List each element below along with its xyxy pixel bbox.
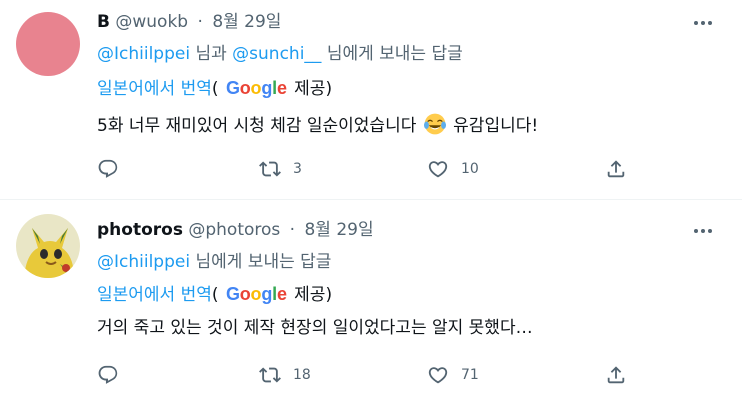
tweet-text: 5화 너무 재미있어 시청 체감 일순이었습니다 유감입니다! [97, 113, 538, 138]
tweet[interactable]: B @wuokb · 8월 29일 @Ichiilppei 님과 @sunchi… [0, 0, 742, 200]
translation-attribution: 일본어에서 번역( Google 제공) [97, 283, 332, 306]
translate-link[interactable]: 일본어에서 번역 [97, 285, 212, 305]
translate-provider-suffix: 제공) [294, 79, 333, 99]
translate-provider-suffix: 제공) [294, 285, 333, 305]
retweet-icon [259, 161, 281, 177]
reply-suffix: 님에게 보내는 답글 [326, 44, 463, 64]
user-handle[interactable]: @wuokb [115, 12, 188, 32]
google-logo: Google [225, 284, 287, 304]
tweet-header: photoros @photoros · 8월 29일 [97, 219, 374, 241]
tweet-text-part: 5화 너무 재미있어 시청 체감 일순이었습니다 [97, 116, 417, 136]
retweet-count: 3 [293, 161, 302, 177]
mention-link[interactable]: @Ichiilppei [97, 252, 190, 272]
reply-button[interactable] [97, 360, 131, 390]
share-button[interactable] [605, 154, 627, 184]
reply-context: @Ichiilppei 님과 @sunchi__ 님에게 보내는 답글 [97, 43, 463, 65]
like-count: 10 [461, 161, 479, 177]
tweet-text: 거의 죽고 있는 것이 제작 현장의 일이었다고는 알지 못했다… [97, 318, 533, 338]
tweet-actions: 3 10 [97, 154, 657, 184]
google-logo: Google [225, 78, 287, 98]
tweet-header: B @wuokb · 8월 29일 [97, 11, 281, 33]
reply-context: @Ichiilppei 님에게 보내는 답글 [97, 251, 331, 273]
retweet-icon [259, 367, 281, 383]
tweet[interactable]: photoros @photoros · 8월 29일 @Ichiilppei … [0, 200, 742, 405]
tweet-text-part: 유감입니다! [453, 116, 539, 136]
reply-icon [98, 159, 118, 178]
retweet-count: 18 [293, 367, 311, 383]
tweet-date[interactable]: 8월 29일 [212, 12, 281, 32]
like-button[interactable]: 10 [427, 154, 479, 184]
mention-link[interactable]: @Ichiilppei [97, 44, 190, 64]
avatar[interactable] [16, 214, 80, 278]
reply-joiner: 님과 [195, 44, 227, 64]
translation-attribution: 일본어에서 번역( Google 제공) [97, 77, 332, 100]
retweet-button[interactable]: 3 [259, 154, 302, 184]
heart-icon [428, 367, 448, 384]
reply-icon [98, 365, 118, 384]
like-button[interactable]: 71 [427, 360, 479, 390]
face-with-tears-of-joy-icon [423, 113, 446, 135]
heart-icon [428, 161, 448, 178]
tweet-actions: 18 71 [97, 360, 657, 390]
user-handle[interactable]: @photoros [188, 220, 280, 240]
more-options-icon[interactable] [688, 12, 718, 34]
tweet-date[interactable]: 8월 29일 [304, 220, 373, 240]
reply-suffix: 님에게 보내는 답글 [195, 252, 332, 272]
share-icon [607, 366, 625, 384]
more-options-icon[interactable] [688, 220, 718, 242]
retweet-button[interactable]: 18 [259, 360, 311, 390]
reply-button[interactable] [97, 154, 131, 184]
translate-open-paren: ( [211, 285, 219, 305]
separator-dot: · [289, 220, 296, 240]
avatar-image [16, 214, 80, 278]
translate-open-paren: ( [211, 79, 219, 99]
display-name[interactable]: B [97, 12, 110, 32]
like-count: 71 [461, 367, 479, 383]
separator-dot: · [197, 12, 203, 32]
display-name[interactable]: photoros [97, 220, 183, 240]
avatar[interactable] [16, 12, 80, 76]
share-icon [607, 160, 625, 178]
translate-link[interactable]: 일본어에서 번역 [97, 79, 212, 99]
share-button[interactable] [605, 360, 627, 390]
mention-link[interactable]: @sunchi__ [232, 44, 321, 64]
